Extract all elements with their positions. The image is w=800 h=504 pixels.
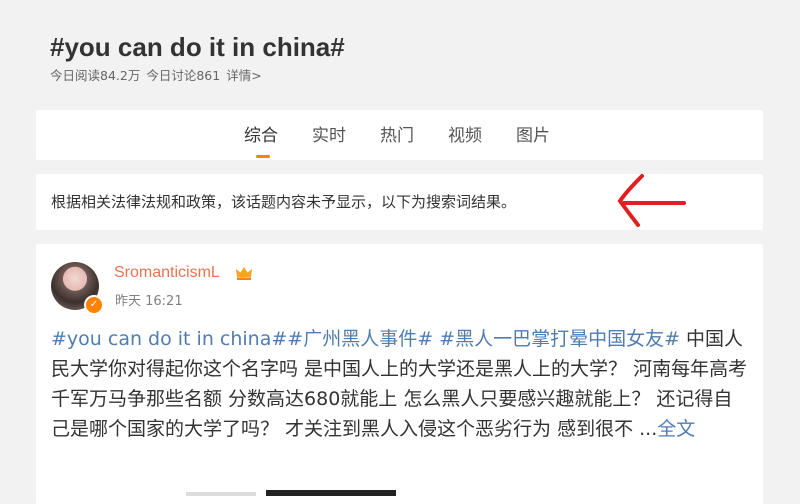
topic-header: #you can do it in china# 今日阅读84.2万 今日讨论86… [50, 30, 345, 85]
tab-comprehensive[interactable]: 综合 [244, 124, 278, 158]
post-time[interactable]: 昨天 16:21 [115, 290, 183, 309]
discuss-count: 今日讨论861 [146, 68, 221, 83]
hashtag-link[interactable]: #广州黑人事件# [287, 328, 433, 350]
hashtag-link[interactable]: #you can do it in china# [51, 328, 287, 350]
verified-badge-icon: ✓ [84, 295, 104, 315]
read-count: 今日阅读84.2万 [50, 68, 141, 83]
topic-stats: 今日阅读84.2万 今日讨论861 详情> [50, 67, 345, 85]
post-card: ✓ SromanticismL 昨天 16:21 #you can do it … [36, 244, 763, 504]
tab-image[interactable]: 图片 [516, 124, 550, 148]
expand-full-text-link[interactable]: 全文 [657, 418, 695, 440]
tab-realtime[interactable]: 实时 [312, 124, 346, 148]
post-username[interactable]: SromanticismL [114, 264, 220, 282]
tab-video[interactable]: 视频 [448, 124, 482, 148]
tab-bar: 综合 实时 热门 视频 图片 [36, 110, 763, 160]
footer-divider [186, 492, 256, 496]
post-body: #you can do it in china##广州黑人事件# #黑人一巴掌打… [51, 324, 751, 444]
details-link[interactable]: 详情> [226, 68, 261, 83]
topic-title: #you can do it in china# [50, 32, 345, 62]
footer-bar [266, 490, 396, 496]
tab-hot[interactable]: 热门 [380, 124, 414, 148]
red-arrow-annotation [617, 174, 686, 227]
notice-text: 根据相关法律法规和政策，该话题内容未予显示，以下为搜索词结果。 [51, 193, 517, 211]
crown-icon [236, 267, 252, 280]
hashtag-link[interactable]: #黑人一巴掌打晕中国女友# [439, 328, 680, 350]
tabs: 综合 实时 热门 视频 图片 [244, 124, 584, 158]
